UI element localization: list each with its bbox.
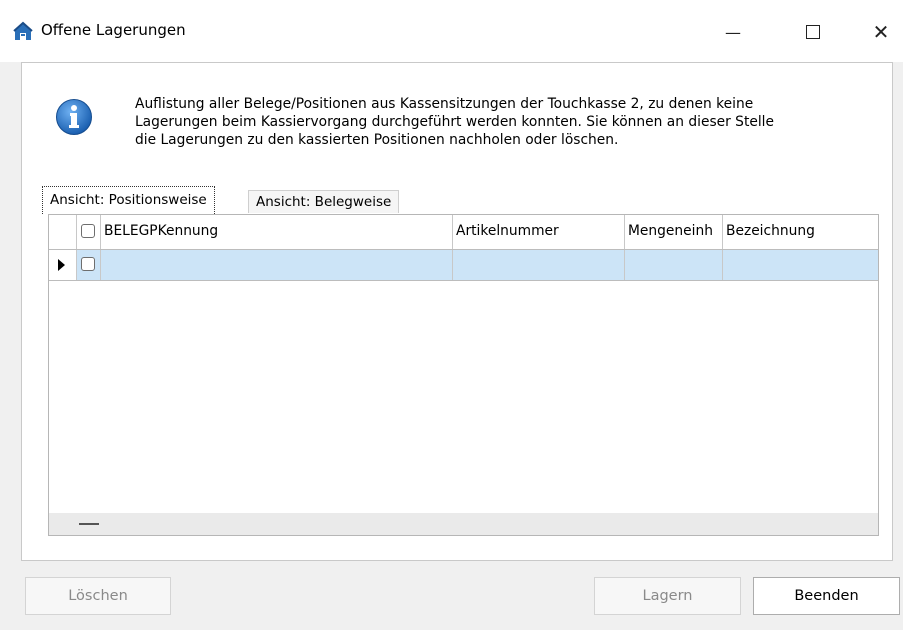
minimize-button[interactable]: —	[710, 10, 756, 54]
column-header-mengeneinheit[interactable]: Mengeneinh	[625, 215, 723, 249]
info-description: Auflistung aller Belege/Positionen aus K…	[135, 95, 865, 149]
close-dialog-button[interactable]: Beenden	[753, 577, 900, 615]
delete-button[interactable]: Löschen	[25, 577, 171, 615]
header-indicator-cell	[49, 215, 77, 249]
positions-grid[interactable]: BELEGPKennung Artikelnummer Mengeneinh B…	[48, 214, 879, 536]
footer-dash-icon	[79, 523, 99, 525]
grid-footer	[49, 513, 878, 535]
header-checkbox-cell	[77, 215, 101, 249]
cell-artikelnummer[interactable]	[453, 250, 625, 280]
content-panel: Auflistung aller Belege/Positionen aus K…	[21, 62, 893, 561]
info-line: Lagerungen beim Kassiervorgang durchgefü…	[135, 114, 774, 130]
row-checkbox[interactable]	[81, 257, 95, 271]
table-row[interactable]	[49, 250, 878, 281]
tab-belegweise[interactable]: Ansicht: Belegweise	[248, 190, 400, 213]
info-icon	[56, 99, 92, 135]
minimize-icon: —	[725, 22, 741, 42]
current-row-arrow-icon	[58, 259, 65, 271]
column-header-artikelnummer[interactable]: Artikelnummer	[453, 215, 625, 249]
cell-bezeichnung[interactable]	[723, 250, 878, 280]
app-icon	[13, 21, 33, 40]
grid-header: BELEGPKennung Artikelnummer Mengeneinh B…	[49, 215, 878, 250]
close-icon: ✕	[872, 20, 890, 44]
cell-mengeneinheit[interactable]	[625, 250, 723, 280]
info-line: die Lagerungen zu den kassierten Positio…	[135, 132, 619, 148]
maximize-button[interactable]	[790, 10, 836, 54]
window-title: Offene Lagerungen	[41, 21, 186, 39]
close-button[interactable]: ✕	[858, 10, 903, 54]
row-checkbox-cell	[77, 250, 101, 280]
store-button[interactable]: Lagern	[594, 577, 741, 615]
maximize-icon	[806, 25, 820, 39]
column-header-belegpkennung[interactable]: BELEGPKennung	[101, 215, 453, 249]
title-bar: Offene Lagerungen — ✕	[0, 0, 903, 62]
cell-belegpkennung[interactable]	[101, 250, 453, 280]
tab-positionsweise[interactable]: Ansicht: Positionsweise	[42, 186, 215, 214]
column-header-bezeichnung[interactable]: Bezeichnung	[723, 215, 878, 249]
row-indicator	[49, 250, 77, 280]
select-all-checkbox[interactable]	[81, 224, 95, 238]
info-line: Auflistung aller Belege/Positionen aus K…	[135, 96, 754, 112]
